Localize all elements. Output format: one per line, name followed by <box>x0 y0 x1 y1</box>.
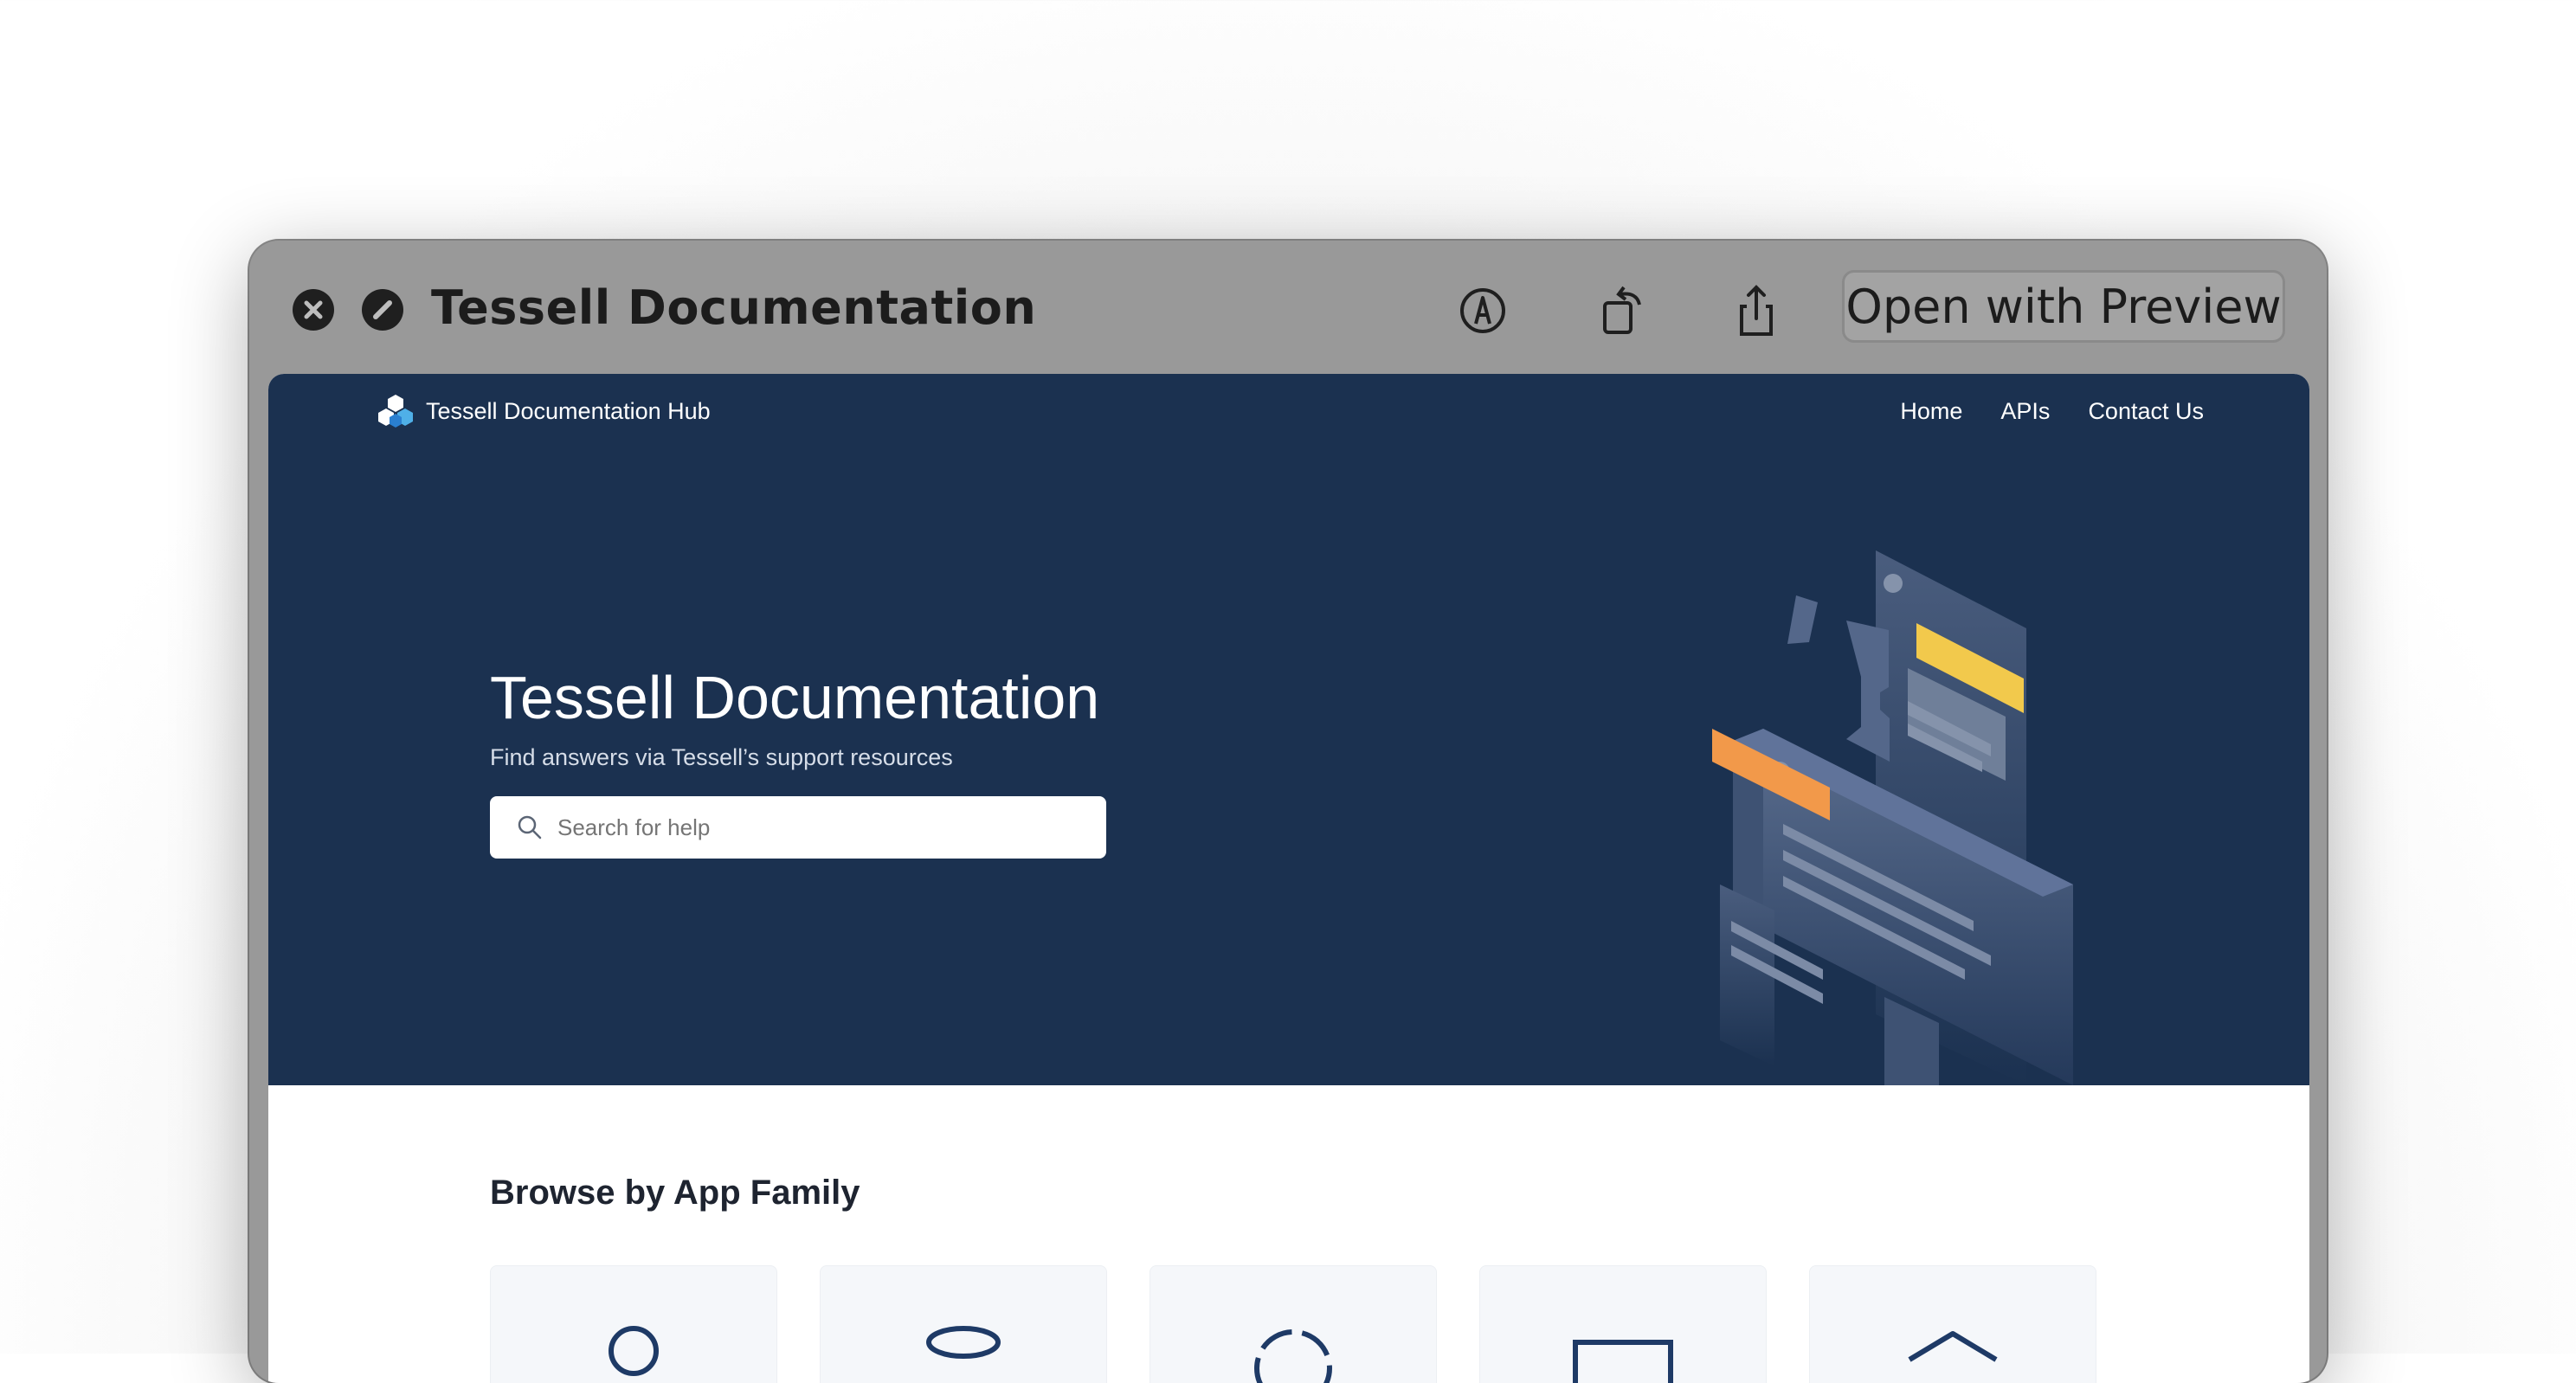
app-family-card-5[interactable] <box>1809 1265 2096 1383</box>
window-title: Tessell Documentation <box>431 280 1037 335</box>
app-family-card-1[interactable] <box>490 1265 777 1383</box>
rotate-icon[interactable] <box>1593 280 1653 341</box>
docs-illustration <box>1712 550 2073 1085</box>
brand[interactable]: Tessell Documentation Hub <box>377 393 711 429</box>
search-box[interactable] <box>490 796 1106 859</box>
hide-icon <box>373 300 392 319</box>
close-button[interactable] <box>293 289 334 331</box>
hero-title: Tessell Documentation <box>490 664 1100 731</box>
hero-subtitle: Find answers via Tessell’s support resou… <box>490 744 953 770</box>
location-pin-icon <box>609 1326 659 1376</box>
browse-title: Browse by App Family <box>490 1174 860 1212</box>
nav-home[interactable]: Home <box>1900 398 1962 425</box>
title-bar: Tessell Documentation Open with Preview <box>249 241 2327 374</box>
search-input[interactable] <box>556 813 1079 842</box>
app-family-card-2[interactable] <box>820 1265 1107 1383</box>
top-nav: Home APIs Contact Us <box>1862 398 2204 425</box>
app-family-card-3[interactable] <box>1150 1265 1437 1383</box>
close-icon <box>304 300 323 319</box>
monitor-icon <box>1573 1340 1673 1383</box>
markup-icon[interactable] <box>1452 280 1513 341</box>
quicklook-window: Tessell Documentation Open with Preview <box>249 241 2327 1383</box>
app-family-card-4[interactable] <box>1479 1265 1767 1383</box>
brand-name: Tessell Documentation Hub <box>426 397 711 424</box>
hero-section: Tessell Documentation Hub Home APIs Cont… <box>268 374 2309 1085</box>
nav-contact-us[interactable]: Contact Us <box>2088 398 2204 425</box>
search-icon <box>518 815 542 839</box>
layers-icon <box>1908 1331 1998 1362</box>
database-icon <box>926 1326 1001 1359</box>
gauge-icon <box>1254 1329 1332 1383</box>
open-with-preview-button[interactable]: Open with Preview <box>1842 270 2285 343</box>
hide-button[interactable] <box>362 289 403 331</box>
nav-apis[interactable]: APIs <box>2000 398 2050 425</box>
web-page: Tessell Documentation Hub Home APIs Cont… <box>268 374 2309 1383</box>
share-icon[interactable] <box>1726 280 1787 341</box>
tessell-logo-icon <box>378 395 413 428</box>
